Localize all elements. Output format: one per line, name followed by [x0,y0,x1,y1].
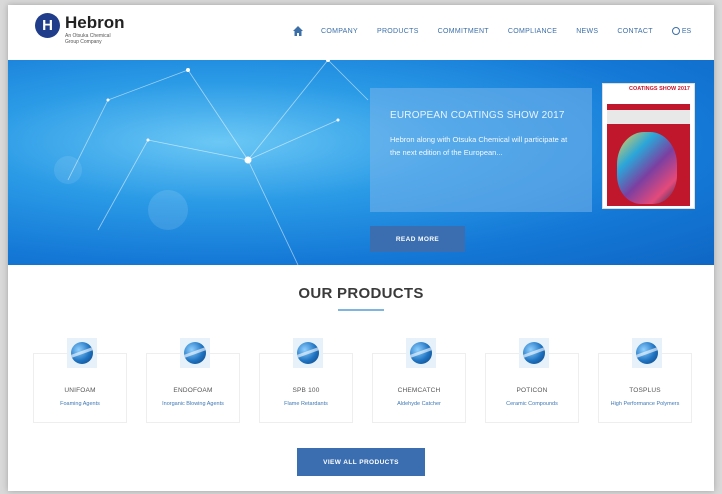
nav-item-products[interactable]: PRODUCTS [377,28,419,35]
product-category[interactable]: Foaming Agents [34,401,126,407]
magazine-artwork [607,104,690,206]
product-card-tosplus[interactable]: TOSPLUS High Performance Polymers [598,338,692,423]
language-label: ES [681,27,692,35]
products-section-title: OUR PRODUCTS [298,285,424,302]
nav-item-company[interactable]: COMPANY [321,28,358,35]
logo[interactable]: H Hebron An Otsuka Chemical Group Compan… [35,13,125,45]
product-category[interactable]: High Performance Polymers [599,401,691,407]
news-title[interactable]: EUROPEAN COATINGS SHOW 2017 [390,110,572,121]
magazine-header: COATINGS SHOW 2017 [603,84,694,102]
news-card: EUROPEAN COATINGS SHOW 2017 Hebron along… [370,88,592,212]
product-name: ENDOFOAM [173,387,213,394]
page-frame: H Hebron An Otsuka Chemical Group Compan… [8,5,714,491]
nav-item-contact[interactable]: CONTACT [617,28,652,35]
logo-badge: H [35,13,60,38]
magazine-title: COATINGS SHOW 2017 [628,86,690,92]
product-name: POTICON [516,387,548,394]
sphere-icon [180,338,210,368]
sphere-icon [632,338,662,368]
product-card-unifoam[interactable]: UNIFOAM Foaming Agents [33,338,127,423]
sphere-icon [293,338,323,368]
magazine-cover-image[interactable]: COATINGS SHOW 2017 [602,83,695,209]
news-excerpt: Hebron along with Otsuka Chemical will p… [390,135,568,157]
product-name: CHEMCATCH [397,387,441,394]
product-card-chemcatch[interactable]: CHEMCATCH Aldehyde Catcher [372,338,466,423]
title-underline [338,309,384,311]
product-category[interactable]: Inorganic Blowing Agents [147,401,239,407]
site-header: H Hebron An Otsuka Chemical Group Compan… [8,5,714,60]
language-switch[interactable]: ES [671,27,692,35]
main-nav: COMPANY PRODUCTS COMMITMENT COMPLIANCE N… [292,25,691,37]
logo-subtitle: An Otsuka Chemical Group Company [65,33,111,45]
nav-item-commitment[interactable]: COMMITMENT [438,28,489,35]
product-category[interactable]: Aldehyde Catcher [373,401,465,407]
hero-banner: EUROPEAN COATINGS SHOW 2017 Hebron along… [8,60,714,265]
home-icon[interactable] [292,25,304,37]
sphere-icon [406,338,436,368]
globe-icon [671,27,680,35]
nav-item-compliance[interactable]: COMPLIANCE [508,28,557,35]
product-name: TOSPLUS [629,387,661,394]
product-card-spb100[interactable]: SPB 100 Flame Retardants [259,338,353,423]
logo-text: Hebron An Otsuka Chemical Group Company [65,13,125,45]
read-more-button[interactable]: READ MORE [370,226,465,252]
sphere-icon [519,338,549,368]
product-name: UNIFOAM [64,387,96,394]
product-category[interactable]: Flame Retardants [260,401,352,407]
product-card-poticon[interactable]: POTICON Ceramic Compounds [485,338,579,423]
product-card-endofoam[interactable]: ENDOFOAM Inorganic Blowing Agents [146,338,240,423]
view-all-products-button[interactable]: VIEW ALL PRODUCTS [297,448,425,476]
sphere-icon [67,338,97,368]
logo-name: Hebron [65,13,125,32]
product-name: SPB 100 [292,387,320,394]
product-category[interactable]: Ceramic Compounds [486,401,578,407]
nav-item-news[interactable]: NEWS [576,28,598,35]
products-grid: UNIFOAM Foaming Agents ENDOFOAM Inorgani… [33,335,693,425]
